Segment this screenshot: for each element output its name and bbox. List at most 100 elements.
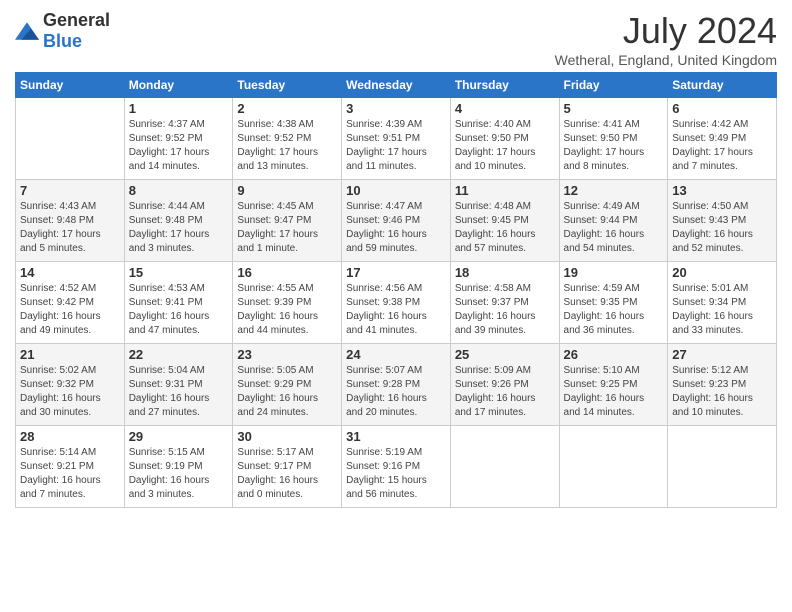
calendar-header: SundayMondayTuesdayWednesdayThursdayFrid… — [16, 73, 777, 98]
day-info: Sunrise: 4:48 AM Sunset: 9:45 PM Dayligh… — [455, 200, 555, 256]
calendar-cell: 10Sunrise: 4:47 AM Sunset: 9:46 PM Dayli… — [342, 180, 451, 262]
day-number: 25 — [455, 347, 555, 362]
day-info: Sunrise: 5:02 AM Sunset: 9:32 PM Dayligh… — [20, 364, 120, 420]
location: Wetheral, England, United Kingdom — [555, 52, 777, 68]
logo-general: General — [43, 10, 110, 30]
day-number: 14 — [20, 265, 120, 280]
calendar-cell: 11Sunrise: 4:48 AM Sunset: 9:45 PM Dayli… — [450, 180, 559, 262]
logo-blue: Blue — [43, 31, 82, 51]
calendar-cell: 4Sunrise: 4:40 AM Sunset: 9:50 PM Daylig… — [450, 98, 559, 180]
calendar-cell: 9 Sunrise: 4:45 AM Sunset: 9:47 PM Daylig… — [233, 180, 342, 262]
title-block: July 2024 Wetheral, England, United King… — [555, 10, 777, 68]
day-info: Sunrise: 4:44 AM Sunset: 9:48 PM Dayligh… — [129, 200, 229, 256]
page-header: General Blue July 2024 Wetheral, England… — [15, 10, 777, 68]
day-info: Sunrise: 5:14 AM Sunset: 9:21 PM Dayligh… — [20, 446, 120, 502]
day-header-friday: Friday — [559, 73, 668, 98]
day-info: Sunrise: 4:41 AM Sunset: 9:50 PM Dayligh… — [564, 118, 664, 174]
day-number: 29 — [129, 429, 229, 444]
calendar-cell: 3 Sunrise: 4:39 AM Sunset: 9:51 PM Daylig… — [342, 98, 451, 180]
day-info: Sunrise: 4:52 AM Sunset: 9:42 PM Dayligh… — [20, 282, 120, 338]
logo-icon — [15, 22, 39, 40]
calendar-table: SundayMondayTuesdayWednesdayThursdayFrid… — [15, 72, 777, 508]
calendar-cell — [559, 426, 668, 508]
day-number: 2 — [237, 101, 337, 116]
calendar-cell: 27Sunrise: 5:12 AM Sunset: 9:23 PM Dayli… — [668, 344, 777, 426]
day-info: Sunrise: 4:40 AM Sunset: 9:50 PM Dayligh… — [455, 118, 555, 174]
day-header-thursday: Thursday — [450, 73, 559, 98]
logo: General Blue — [15, 10, 110, 52]
day-info: Sunrise: 4:55 AM Sunset: 9:39 PM Dayligh… — [237, 282, 337, 338]
day-info: Sunrise: 5:17 AM Sunset: 9:17 PM Dayligh… — [237, 446, 337, 502]
day-number: 17 — [346, 265, 446, 280]
calendar-cell: 13 Sunrise: 4:50 AM Sunset: 9:43 PM Dayli… — [668, 180, 777, 262]
calendar-week-3: 14 Sunrise: 4:52 AM Sunset: 9:42 PM Dayli… — [16, 262, 777, 344]
day-info: Sunrise: 4:43 AM Sunset: 9:48 PM Dayligh… — [20, 200, 120, 256]
calendar-cell — [668, 426, 777, 508]
day-number: 9 — [237, 183, 337, 198]
calendar-cell: 25 Sunrise: 5:09 AM Sunset: 9:26 PM Dayli… — [450, 344, 559, 426]
day-header-monday: Monday — [124, 73, 233, 98]
day-info: Sunrise: 4:58 AM Sunset: 9:37 PM Dayligh… — [455, 282, 555, 338]
calendar-cell: 14 Sunrise: 4:52 AM Sunset: 9:42 PM Dayli… — [16, 262, 125, 344]
month-title: July 2024 — [555, 10, 777, 52]
day-info: Sunrise: 5:15 AM Sunset: 9:19 PM Dayligh… — [129, 446, 229, 502]
day-info: Sunrise: 5:10 AM Sunset: 9:25 PM Dayligh… — [564, 364, 664, 420]
day-info: Sunrise: 5:07 AM Sunset: 9:28 PM Dayligh… — [346, 364, 446, 420]
calendar-cell: 20Sunrise: 5:01 AM Sunset: 9:34 PM Dayli… — [668, 262, 777, 344]
calendar-cell: 7 Sunrise: 4:43 AM Sunset: 9:48 PM Daylig… — [16, 180, 125, 262]
day-number: 31 — [346, 429, 446, 444]
day-info: Sunrise: 5:09 AM Sunset: 9:26 PM Dayligh… — [455, 364, 555, 420]
calendar-cell: 17 Sunrise: 4:56 AM Sunset: 9:38 PM Dayli… — [342, 262, 451, 344]
calendar-week-5: 28Sunrise: 5:14 AM Sunset: 9:21 PM Dayli… — [16, 426, 777, 508]
day-number: 7 — [20, 183, 120, 198]
calendar-cell: 5 Sunrise: 4:41 AM Sunset: 9:50 PM Daylig… — [559, 98, 668, 180]
calendar-week-2: 7 Sunrise: 4:43 AM Sunset: 9:48 PM Daylig… — [16, 180, 777, 262]
day-number: 23 — [237, 347, 337, 362]
calendar-cell: 29 Sunrise: 5:15 AM Sunset: 9:19 PM Dayli… — [124, 426, 233, 508]
calendar-cell: 22Sunrise: 5:04 AM Sunset: 9:31 PM Dayli… — [124, 344, 233, 426]
day-header-sunday: Sunday — [16, 73, 125, 98]
calendar-cell: 15 Sunrise: 4:53 AM Sunset: 9:41 PM Dayli… — [124, 262, 233, 344]
day-info: Sunrise: 4:37 AM Sunset: 9:52 PM Dayligh… — [129, 118, 229, 174]
day-number: 15 — [129, 265, 229, 280]
logo-text: General Blue — [43, 10, 110, 52]
calendar-cell: 24 Sunrise: 5:07 AM Sunset: 9:28 PM Dayli… — [342, 344, 451, 426]
day-info: Sunrise: 4:50 AM Sunset: 9:43 PM Dayligh… — [672, 200, 772, 256]
calendar-cell: 18 Sunrise: 4:58 AM Sunset: 9:37 PM Dayli… — [450, 262, 559, 344]
day-number: 5 — [564, 101, 664, 116]
calendar-cell: 8Sunrise: 4:44 AM Sunset: 9:48 PM Daylig… — [124, 180, 233, 262]
calendar-cell: 23Sunrise: 5:05 AM Sunset: 9:29 PM Dayli… — [233, 344, 342, 426]
calendar-cell: 6 Sunrise: 4:42 AM Sunset: 9:49 PM Daylig… — [668, 98, 777, 180]
day-number: 3 — [346, 101, 446, 116]
day-number: 13 — [672, 183, 772, 198]
day-number: 24 — [346, 347, 446, 362]
day-number: 12 — [564, 183, 664, 198]
calendar-cell — [16, 98, 125, 180]
day-info: Sunrise: 4:39 AM Sunset: 9:51 PM Dayligh… — [346, 118, 446, 174]
day-info: Sunrise: 4:49 AM Sunset: 9:44 PM Dayligh… — [564, 200, 664, 256]
calendar-cell — [450, 426, 559, 508]
day-info: Sunrise: 4:38 AM Sunset: 9:52 PM Dayligh… — [237, 118, 337, 174]
calendar-cell: 12 Sunrise: 4:49 AM Sunset: 9:44 PM Dayli… — [559, 180, 668, 262]
day-header-saturday: Saturday — [668, 73, 777, 98]
day-info: Sunrise: 4:47 AM Sunset: 9:46 PM Dayligh… — [346, 200, 446, 256]
day-info: Sunrise: 4:45 AM Sunset: 9:47 PM Dayligh… — [237, 200, 337, 256]
calendar-cell: 31Sunrise: 5:19 AM Sunset: 9:16 PM Dayli… — [342, 426, 451, 508]
day-info: Sunrise: 4:56 AM Sunset: 9:38 PM Dayligh… — [346, 282, 446, 338]
day-header-wednesday: Wednesday — [342, 73, 451, 98]
day-header-tuesday: Tuesday — [233, 73, 342, 98]
calendar-cell: 19Sunrise: 4:59 AM Sunset: 9:35 PM Dayli… — [559, 262, 668, 344]
day-number: 16 — [237, 265, 337, 280]
day-number: 30 — [237, 429, 337, 444]
calendar-week-1: 1Sunrise: 4:37 AM Sunset: 9:52 PM Daylig… — [16, 98, 777, 180]
day-info: Sunrise: 4:59 AM Sunset: 9:35 PM Dayligh… — [564, 282, 664, 338]
day-info: Sunrise: 4:42 AM Sunset: 9:49 PM Dayligh… — [672, 118, 772, 174]
day-number: 6 — [672, 101, 772, 116]
day-number: 21 — [20, 347, 120, 362]
day-info: Sunrise: 4:53 AM Sunset: 9:41 PM Dayligh… — [129, 282, 229, 338]
day-number: 18 — [455, 265, 555, 280]
calendar-cell: 30 Sunrise: 5:17 AM Sunset: 9:17 PM Dayli… — [233, 426, 342, 508]
calendar-cell: 2 Sunrise: 4:38 AM Sunset: 9:52 PM Daylig… — [233, 98, 342, 180]
day-number: 27 — [672, 347, 772, 362]
calendar-cell: 26Sunrise: 5:10 AM Sunset: 9:25 PM Dayli… — [559, 344, 668, 426]
